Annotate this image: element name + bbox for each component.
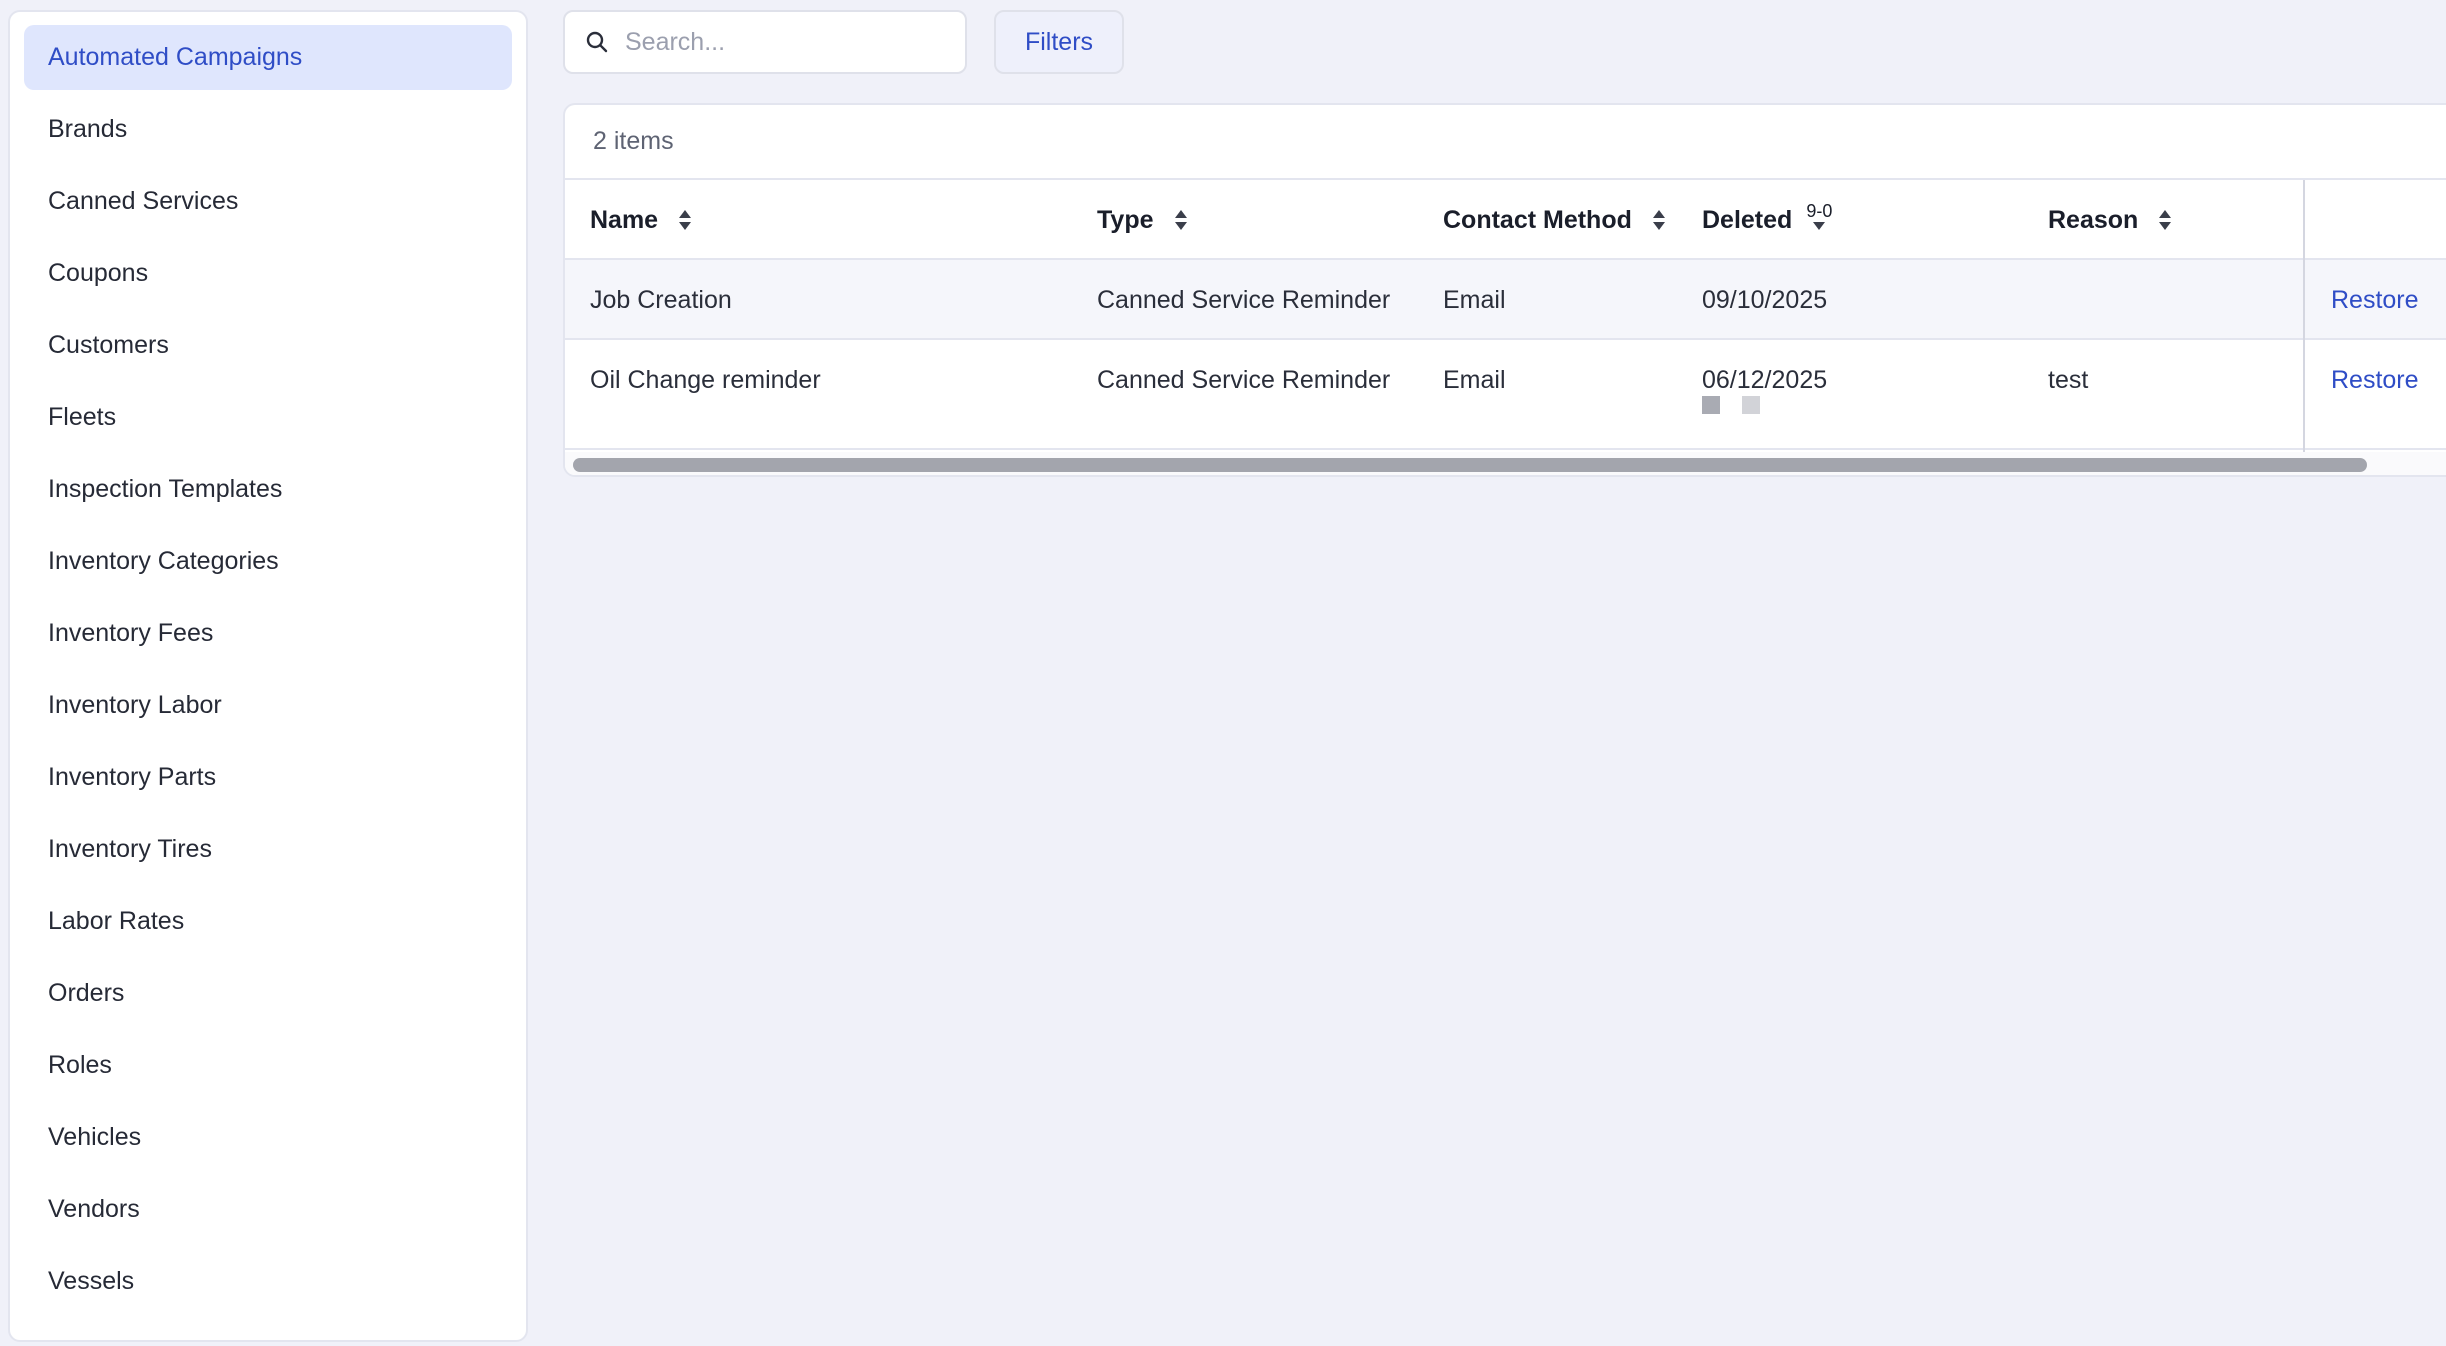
sidebar-item-brands[interactable]: Brands: [24, 97, 512, 162]
sidebar-item-labor-rates[interactable]: Labor Rates: [24, 889, 512, 954]
sidebar-item-inspection-templates[interactable]: Inspection Templates: [24, 457, 512, 522]
sort-order-badge: 9-0: [1806, 201, 1833, 221]
cell-deleted: 06/12/2025: [1702, 365, 1828, 394]
sort-descending-icon[interactable]: 9-0: [1806, 201, 1832, 231]
column-header-label: Deleted: [1702, 205, 1793, 234]
sidebar-item-vessels[interactable]: Vessels: [24, 1249, 512, 1314]
scrollbar-thumb[interactable]: [573, 458, 2367, 472]
sidebar-item-canned-services[interactable]: Canned Services: [24, 169, 512, 234]
column-header-name[interactable]: Name: [590, 180, 692, 260]
search-icon: [585, 30, 609, 54]
column-header-label: Type: [1097, 205, 1154, 234]
cell-contact-method: Email: [1443, 365, 1506, 394]
sidebar-item-roles[interactable]: Roles: [24, 1033, 512, 1098]
sidebar-item-inventory-labor[interactable]: Inventory Labor: [24, 673, 512, 738]
sticky-column-divider: [2303, 180, 2305, 452]
filters-button[interactable]: Filters: [994, 10, 1124, 74]
sidebar-item-vehicles[interactable]: Vehicles: [24, 1105, 512, 1170]
sort-icon[interactable]: [678, 208, 692, 232]
sidebar-item-customers[interactable]: Customers: [24, 313, 512, 378]
sidebar-item-coupons[interactable]: Coupons: [24, 241, 512, 306]
column-header-label: Name: [590, 205, 659, 234]
column-header-reason[interactable]: Reason: [2048, 180, 2172, 260]
search-box[interactable]: [563, 10, 967, 74]
column-header-deleted[interactable]: Deleted 9-0: [1702, 180, 1832, 260]
sidebar-item-automated-campaigns[interactable]: Automated Campaigns: [24, 25, 512, 90]
sidebar-item-vendors[interactable]: Vendors: [24, 1177, 512, 1242]
table-row: Job Creation Canned Service Reminder Ema…: [565, 260, 2446, 340]
sort-icon[interactable]: [1652, 208, 1666, 232]
cell-type: Canned Service Reminder: [1097, 285, 1391, 314]
column-header-contact-method[interactable]: Contact Method: [1443, 180, 1666, 260]
table-header: Name Type Contact Method Deleted 9-0 Rea…: [565, 180, 2446, 260]
loading-placeholder: [1702, 396, 1720, 414]
items-count: 2 items: [565, 105, 2446, 180]
cell-deleted: 09/10/2025: [1702, 285, 1828, 314]
sidebar-item-inventory-tires[interactable]: Inventory Tires: [24, 817, 512, 882]
deleted-items-table: 2 items Name Type Contact Method Deleted…: [563, 103, 2446, 477]
cell-contact-method: Email: [1443, 285, 1506, 314]
sidebar-item-inventory-categories[interactable]: Inventory Categories: [24, 529, 512, 594]
sort-icon[interactable]: [1174, 208, 1188, 232]
column-header-type[interactable]: Type: [1097, 180, 1188, 260]
column-header-label: Reason: [2048, 205, 2139, 234]
sidebar-item-fleets[interactable]: Fleets: [24, 385, 512, 450]
sidebar-item-inventory-fees[interactable]: Inventory Fees: [24, 601, 512, 666]
sidebar: Automated Campaigns Brands Canned Servic…: [8, 10, 528, 1342]
restore-button[interactable]: Restore: [2331, 340, 2419, 420]
sidebar-item-orders[interactable]: Orders: [24, 961, 512, 1026]
sort-icon[interactable]: [2158, 208, 2172, 232]
table-row: Oil Change reminder Canned Service Remin…: [565, 340, 2446, 450]
restore-button[interactable]: Restore: [2331, 260, 2419, 340]
cell-type: Canned Service Reminder: [1097, 365, 1391, 394]
sidebar-item-inventory-parts[interactable]: Inventory Parts: [24, 745, 512, 810]
cell-name: Job Creation: [590, 285, 732, 314]
column-header-label: Contact Method: [1443, 205, 1632, 234]
loading-placeholder: [1742, 396, 1760, 414]
cell-name: Oil Change reminder: [590, 365, 821, 394]
search-input[interactable]: [625, 27, 945, 57]
cell-reason: test: [2048, 365, 2089, 394]
horizontal-scrollbar[interactable]: [565, 452, 2446, 475]
